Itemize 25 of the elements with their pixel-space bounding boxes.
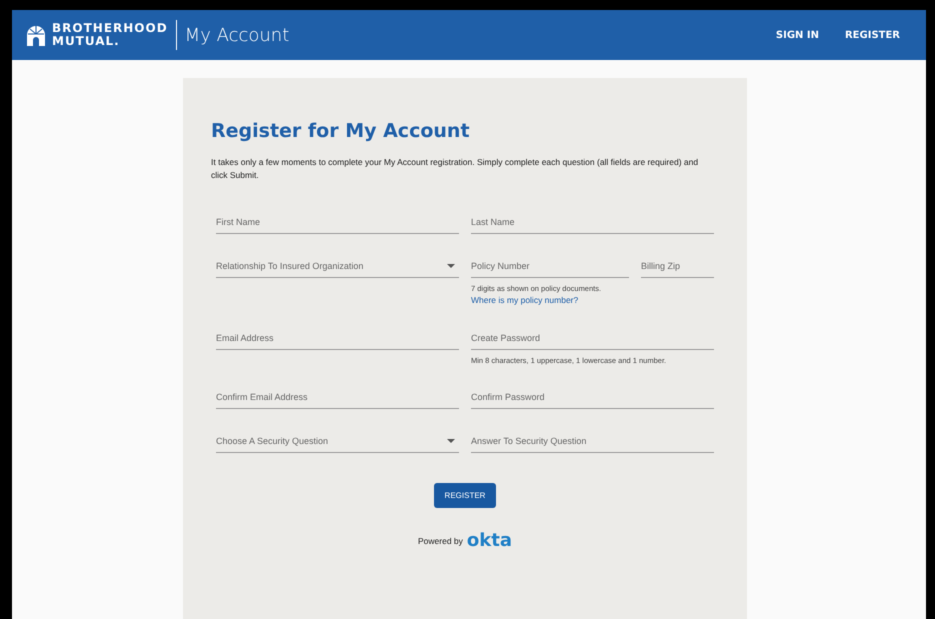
input-field[interactable]: Confirm Email Address	[216, 385, 459, 409]
brand-name: BROTHERHOOD	[52, 22, 168, 35]
dropdown-field[interactable]: Choose A Security Question	[216, 429, 459, 453]
caret-icon	[447, 438, 455, 442]
form-heading: Register for My Account	[211, 120, 471, 142]
input-field[interactable]: Confirm Password	[471, 385, 714, 409]
input-field[interactable]: Create Password	[471, 326, 714, 350]
input-field[interactable]: Billing Zip	[641, 254, 714, 278]
input-field[interactable]: Email Address	[216, 326, 459, 350]
input-field[interactable]: Policy Number	[471, 254, 629, 278]
caret-icon	[447, 264, 455, 268]
logo-icon	[26, 24, 46, 46]
input-field[interactable]: Answer To Security Question	[471, 429, 714, 453]
input-field[interactable]: Last Name	[471, 210, 714, 234]
nav-link[interactable]: REGISTER	[844, 30, 900, 40]
intro-text: It takes only a few moments to complete your My Account registration. Simply complete each question (all fields are required) and click Submit.	[211, 156, 700, 182]
register-button[interactable]: REGISTER	[434, 483, 496, 508]
help-link[interactable]: Where is my policy number?	[471, 295, 714, 305]
nav-link[interactable]: SIGN IN	[776, 30, 819, 40]
dropdown-field[interactable]: Relationship To Insured Organization	[216, 254, 459, 278]
okta-logo: okta	[466, 530, 512, 551]
input-field[interactable]: First Name	[216, 210, 459, 234]
brand-name: MUTUAL.	[52, 35, 121, 48]
app-title: My Account	[184, 24, 290, 46]
powered-by-text: Powered by	[418, 536, 463, 546]
